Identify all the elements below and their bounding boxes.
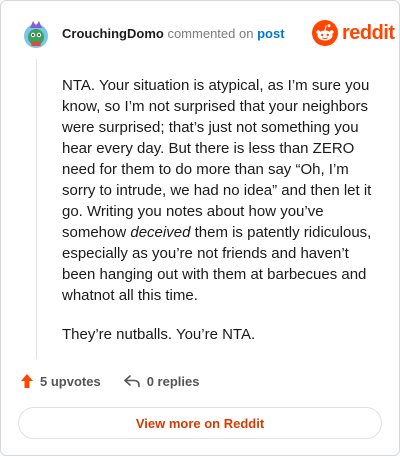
comment-paragraph: They’re nutballs. You’re NTA. bbox=[62, 326, 256, 343]
reddit-wordmark: reddit bbox=[342, 21, 395, 44]
reply-count: 0 replies bbox=[146, 373, 200, 389]
username-link[interactable]: CrouchingDomo bbox=[62, 26, 164, 41]
comment-header: CrouchingDomo commented on post bbox=[62, 26, 285, 41]
reddit-logo[interactable]: reddit bbox=[312, 20, 395, 46]
upvote-arrow-icon[interactable] bbox=[20, 373, 34, 389]
post-link[interactable]: post bbox=[257, 26, 284, 41]
upvote-count: 5 upvotes bbox=[40, 373, 101, 389]
upvote-group[interactable]: 5 upvotes bbox=[20, 373, 101, 389]
user-avatar-icon[interactable] bbox=[20, 18, 52, 50]
embedded-comment-card: CrouchingDomo commented on post reddit N… bbox=[0, 0, 400, 456]
emphasis-text: deceived bbox=[130, 224, 191, 241]
comment-body: NTA. Your situation is atypical, as I’m … bbox=[62, 75, 380, 363]
comment-footer: 5 upvotes 0 replies bbox=[20, 373, 199, 389]
view-more-button[interactable]: View more on Reddit bbox=[18, 407, 382, 439]
reply-arrow-icon[interactable] bbox=[123, 374, 141, 388]
commented-on-text: commented on bbox=[167, 26, 254, 41]
thread-line bbox=[36, 59, 37, 359]
reddit-logo-icon bbox=[312, 20, 338, 46]
comment-paragraph: NTA. Your situation is atypical, as I’m … bbox=[62, 77, 372, 304]
reply-group[interactable]: 0 replies bbox=[123, 373, 200, 389]
